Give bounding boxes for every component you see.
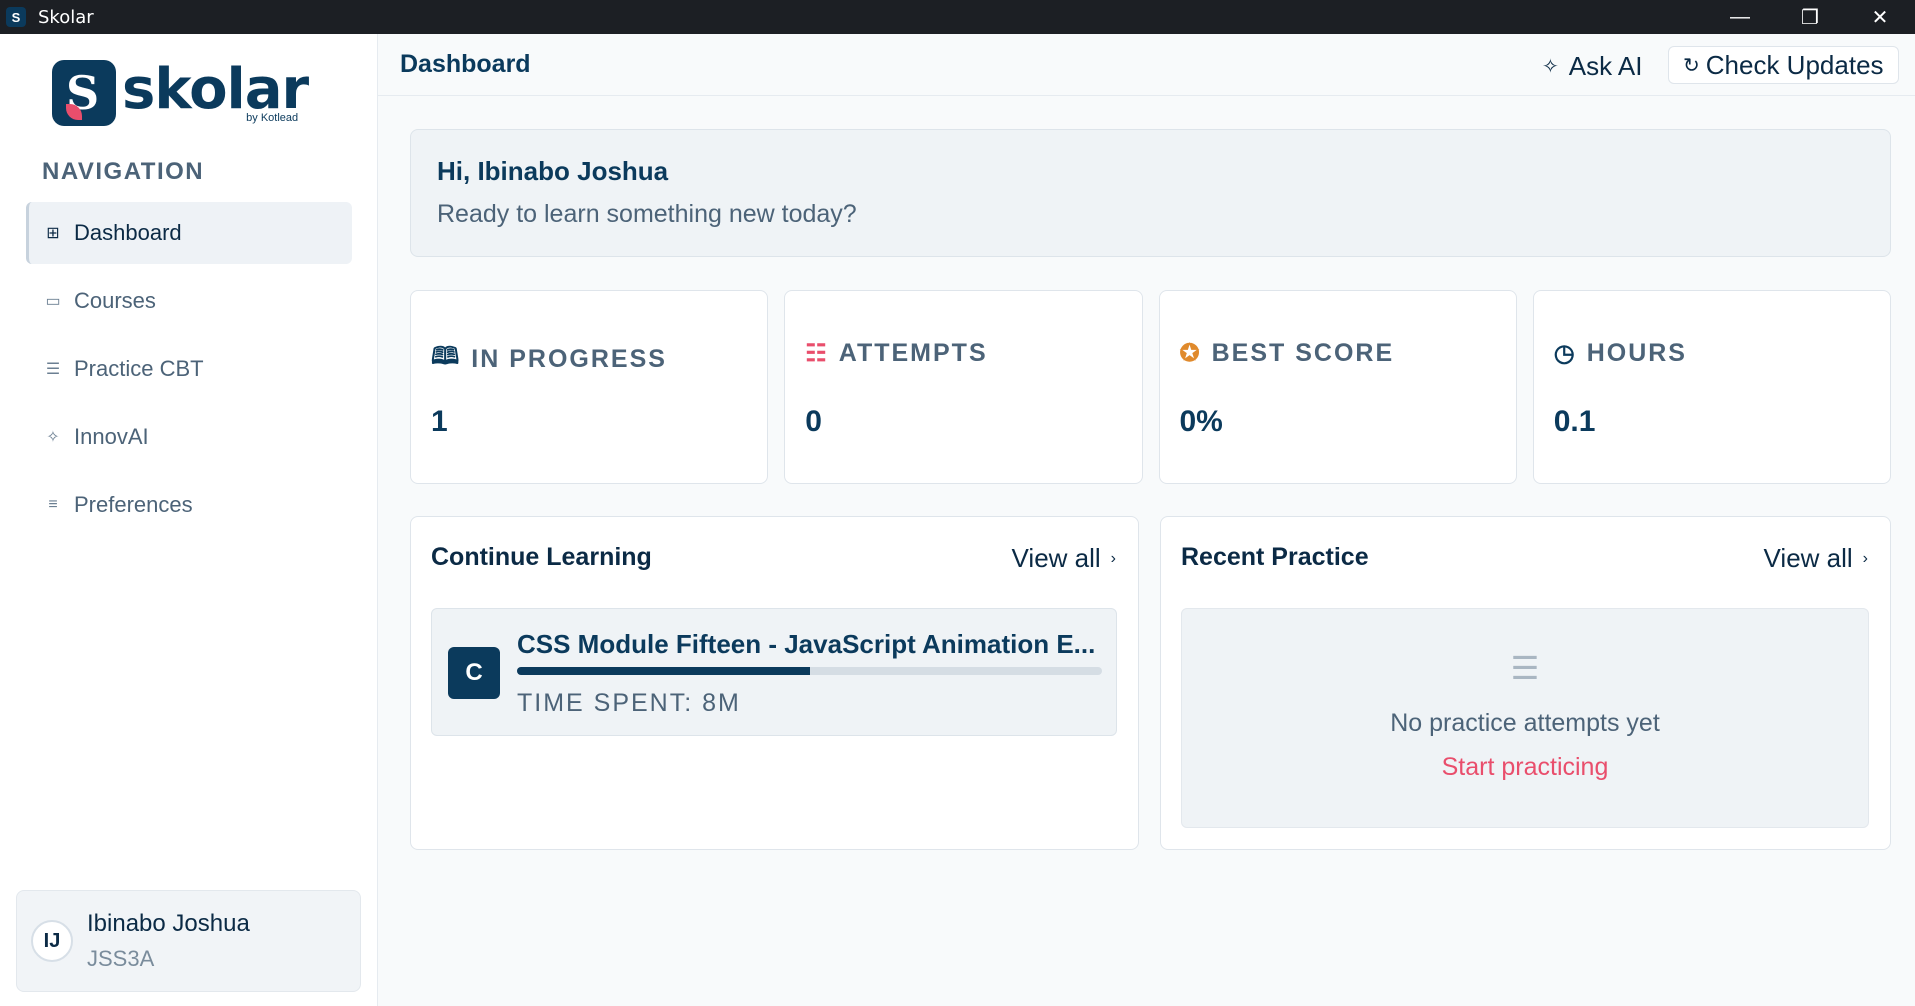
course-time-spent: TIME SPENT: 8M [517,689,741,717]
restore-button[interactable]: ❐ [1775,0,1845,34]
welcome-banner: Hi, Ibinabo Joshua Ready to learn someth… [410,129,1891,257]
list-check-icon: ☰ [45,361,61,378]
grid-icon: ⊞ [46,225,60,242]
ask-ai-label: Ask AI [1568,50,1643,81]
panel-title: Continue Learning [431,543,652,571]
refresh-icon: ↻ [1683,54,1700,77]
sparkle-icon: ✧ [46,429,60,446]
sparkle-icon: ✧ [1542,55,1559,78]
check-updates-label: Check Updates [1705,49,1884,80]
welcome-greeting: Hi, Ibinabo Joshua [437,156,669,186]
avatar: IJ [31,920,73,962]
view-all-practice-link[interactable]: View all › [1764,543,1868,574]
clock-icon: ◷ [1553,340,1577,367]
chevron-right-icon: › [1862,549,1868,567]
stat-value: 0 [805,405,822,438]
stat-value: 0.1 [1553,405,1596,438]
stat-card-attempts: ☷ ATTEMPTS 0 [784,290,1143,484]
welcome-subtitle: Ready to learn something new today? [437,200,857,228]
app-logo-icon: S [6,7,26,27]
user-name: Ibinabo Joshua [87,910,250,937]
course-progress-bar [517,667,1102,675]
course-title: CSS Module Fifteen - JavaScript Animatio… [517,629,1096,659]
logo-mark-icon: S [52,60,116,126]
user-class: JSS3A [87,946,155,971]
stat-card-best-score: ✪ BEST SCORE 0% [1158,290,1517,484]
sidebar-item-label: Preferences [74,492,193,517]
sidebar-item-innovai[interactable]: ✧ InnovAI [26,406,352,468]
sidebar-item-dashboard[interactable]: ⊞ Dashboard [26,202,352,264]
window-titlebar: S Skolar — ❐ ✕ [0,0,1915,34]
window-title: Skolar [38,6,94,28]
course-badge: C [448,647,500,699]
course-card[interactable]: C CSS Module Fifteen - JavaScript Animat… [431,608,1117,736]
stat-label: BEST SCORE [1211,339,1395,367]
view-all-label: View all [1011,543,1101,573]
sidebar-item-practice-cbt[interactable]: ☰ Practice CBT [26,338,352,400]
sidebar-item-label: Dashboard [74,220,182,245]
stat-value: 0% [1179,405,1223,438]
sidebar-item-courses[interactable]: ▭ Courses [26,270,352,332]
ask-ai-button[interactable]: ✧ Ask AI [1542,48,1642,84]
list-check-icon: ☷ [805,340,829,367]
stat-label: ATTEMPTS [838,339,988,367]
book-open-icon: 🕮 [431,343,462,370]
page-title: Dashboard [400,50,531,78]
check-updates-button[interactable]: ↻ Check Updates [1668,46,1899,84]
stats-row: 🕮 IN PROGRESS 1 ☷ ATTEMPTS 0 ✪ BEST SCOR… [410,290,1891,484]
stat-value: 1 [431,405,448,438]
recent-practice-panel: Recent Practice View all › ☰ No practice… [1160,516,1891,850]
stat-card-hours: ◷ HOURS 0.1 [1532,290,1891,484]
user-profile-card[interactable]: IJ Ibinabo Joshua JSS3A [16,890,361,992]
sliders-icon: ≡ [48,496,58,513]
list-check-icon: ☰ [1510,650,1540,686]
logo-word: skolar [122,57,309,122]
empty-message: No practice attempts yet [1390,709,1660,737]
view-all-label: View all [1763,543,1853,573]
sidebar-item-preferences[interactable]: ≡ Preferences [26,474,352,536]
empty-state: ☰ No practice attempts yet Start practic… [1181,608,1869,828]
chevron-right-icon: › [1110,549,1116,567]
sidebar-item-label: Practice CBT [74,356,204,381]
nav-heading: NAVIGATION [42,158,205,185]
continue-learning-panel: Continue Learning View all › C CSS Modul… [410,516,1139,850]
topbar: Dashboard ✧ Ask AI ↻ Check Updates [378,34,1915,96]
stat-card-in-progress: 🕮 IN PROGRESS 1 [410,290,769,484]
start-practicing-link[interactable]: Start practicing [1182,753,1868,782]
skolar-logo[interactable]: S skolar by Kotlead [52,57,309,126]
sidebar-item-label: Courses [74,288,156,313]
close-button[interactable]: ✕ [1845,0,1915,34]
sidebar-item-label: InnovAI [74,424,149,449]
stat-label: IN PROGRESS [471,345,667,373]
sidebar: S skolar by Kotlead NAVIGATION ⊞ Dashboa… [0,34,378,1006]
stat-label: HOURS [1586,339,1687,367]
main-content: Dashboard ✧ Ask AI ↻ Check Updates Hi, I… [378,34,1915,1006]
view-all-courses-link[interactable]: View all › [1012,543,1116,574]
medal-icon: ✪ [1179,340,1202,367]
minimize-button[interactable]: — [1705,0,1775,34]
logo-subtitle: by Kotlead [246,112,299,124]
book-icon: ▭ [45,293,61,310]
nav-list: ⊞ Dashboard ▭ Courses ☰ Practice CBT ✧ I… [26,202,352,542]
course-progress-fill [517,667,810,675]
panel-title: Recent Practice [1181,543,1369,571]
